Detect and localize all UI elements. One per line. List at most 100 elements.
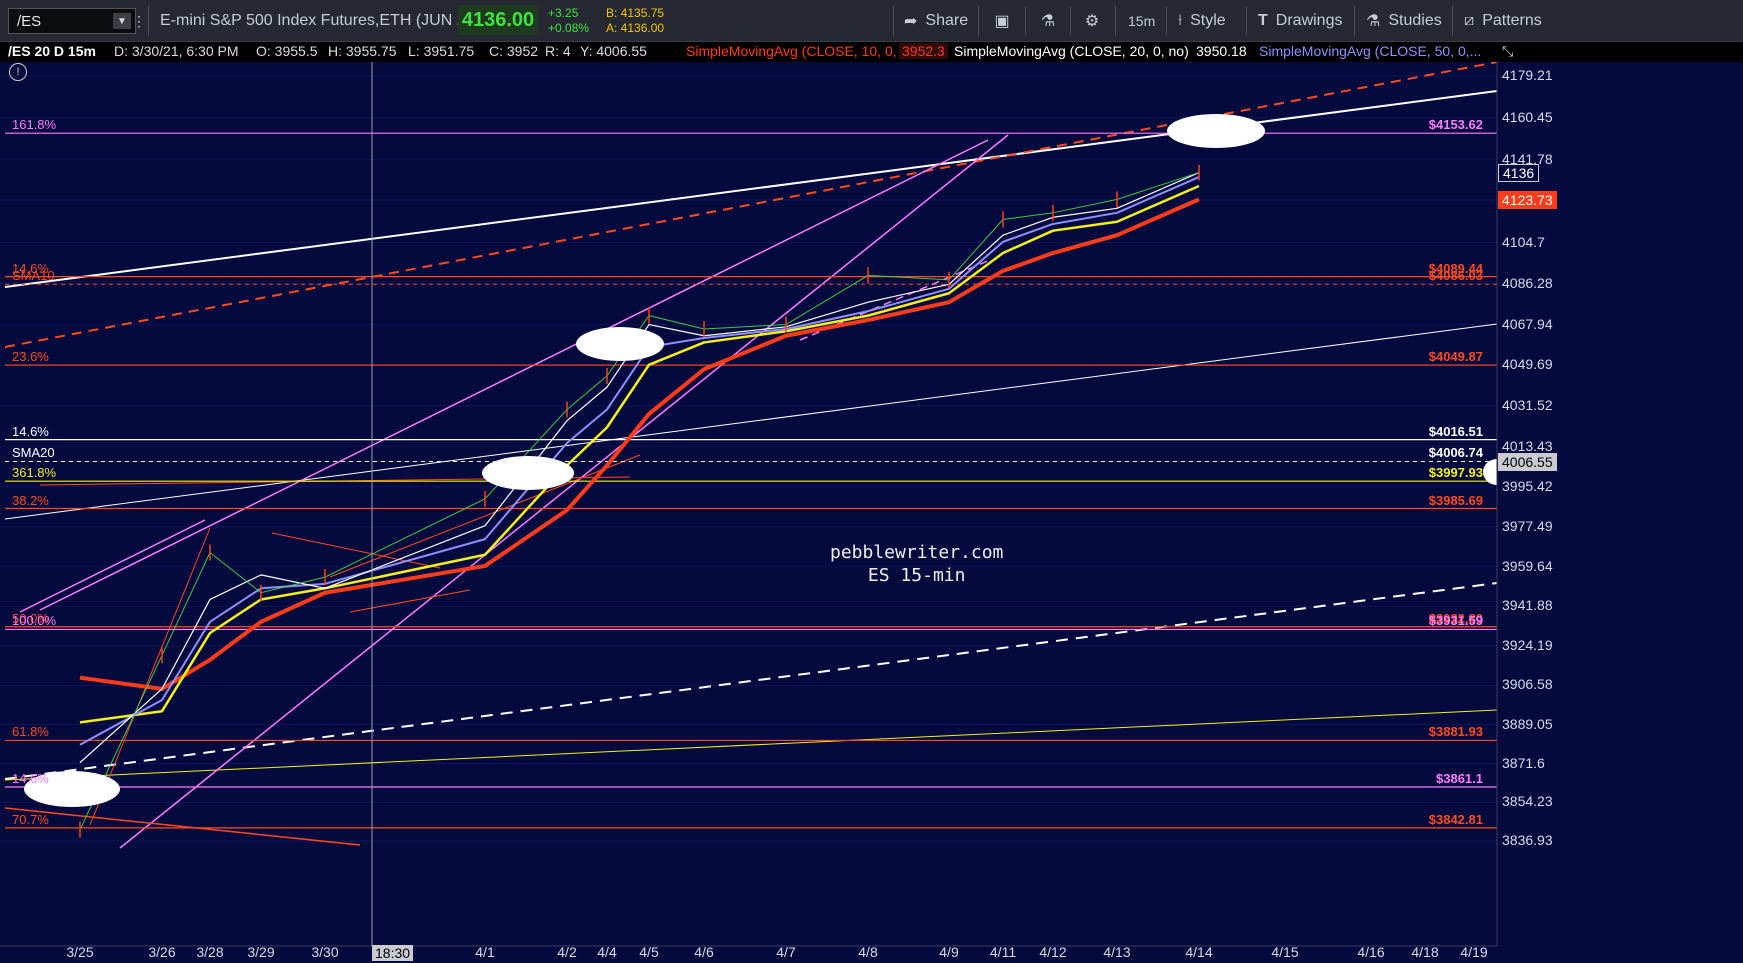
- x-tick-label: 3/28: [196, 944, 224, 960]
- drawings-icon: T: [1258, 12, 1268, 29]
- info-bar: /ES 20 D 15m D: 3/30/21, 6:30 PM O: 3955…: [0, 42, 1743, 62]
- x-tick-label: 4/9: [939, 944, 959, 960]
- fib-level-right-label: $3931.59: [1428, 613, 1483, 629]
- fib-level-right-label: $3881.93: [1428, 724, 1483, 740]
- symbol-description: E-mini S&P 500 Index Futures,ETH (JUN 21…: [160, 12, 480, 29]
- price-change: +3.25: [548, 6, 579, 20]
- y-tick-label: 4104.7: [1502, 233, 1545, 250]
- collapse-icon[interactable]: ⤡: [1502, 43, 1513, 60]
- price-chart[interactable]: [0, 62, 1743, 963]
- x-tick-label: 4/12: [1039, 944, 1067, 960]
- style-button[interactable]: ⟊ Style: [1178, 0, 1226, 42]
- fib-level-left-label: 361.8%: [12, 465, 57, 481]
- monitor-icon[interactable]: ▣: [990, 0, 1014, 42]
- highlight-oval: [482, 456, 574, 490]
- fib-level-left-label: 61.8%: [12, 724, 49, 740]
- x-tick-label: 4/13: [1103, 944, 1131, 960]
- symbol-input[interactable]: /ES ▼: [8, 8, 136, 34]
- info-range: R: 4: [545, 43, 571, 59]
- x-tick-label: 4/6: [694, 944, 714, 960]
- fib-level-right-label: $3997.93: [1428, 465, 1483, 481]
- info-date: D: 3/30/21, 6:30 PM: [114, 43, 239, 59]
- info-open: O: 3955.5: [256, 43, 318, 59]
- price-change-pct: +0.08%: [548, 21, 590, 35]
- y-tick-label: 3906.58: [1502, 676, 1553, 693]
- watermark-line-1: pebblewriter.com: [830, 542, 1004, 563]
- fib-level-right-label: $3985.69: [1428, 492, 1483, 508]
- fib-level-left-label: 23.6%: [12, 349, 49, 365]
- cursor-time-label: 18:30: [372, 945, 414, 961]
- sma50-label: SimpleMovingAvg (CLOSE, 50, 0,...: [1259, 43, 1482, 59]
- bid-price: B: 4135.75: [606, 6, 665, 20]
- x-tick-label: 4/15: [1271, 944, 1299, 960]
- share-button[interactable]: ➦ Share: [904, 0, 968, 42]
- x-tick-label: 4/14: [1185, 944, 1213, 960]
- fib-level-left-label: 70.7%: [12, 811, 49, 827]
- watermark: pebblewriter.com ES 15-min: [830, 541, 1003, 587]
- fib-level-right-label: $3842.81: [1428, 811, 1483, 827]
- price-box: 4136: [1498, 163, 1540, 182]
- watermark-line-2: ES 15-min: [867, 565, 966, 586]
- fib-level-left-label: 161.8%: [12, 117, 57, 133]
- gear-icon[interactable]: ⚙: [1080, 0, 1104, 42]
- y-tick-label: 3995.42: [1502, 477, 1553, 494]
- fib-level-right-label: $4016.51: [1428, 423, 1483, 439]
- fib-level-left-label: 14.6%: [12, 423, 49, 439]
- style-icon: ⟊: [1178, 12, 1183, 29]
- x-tick-label: 3/26: [148, 944, 176, 960]
- x-tick-label: 4/5: [639, 944, 659, 960]
- y-tick-label: 3959.64: [1502, 557, 1553, 574]
- sma20-label: SimpleMovingAvg (CLOSE, 20, 0, no): [954, 43, 1189, 59]
- drag-handle-icon[interactable]: ⋮: [132, 0, 146, 42]
- y-tick-label: 4179.21: [1502, 67, 1553, 83]
- sma20-value: 3950.18: [1196, 43, 1247, 59]
- studies-button[interactable]: ⚗ Studies: [1366, 0, 1442, 42]
- price-box: 4006.55: [1498, 452, 1557, 471]
- fib-level-left-label: SMA20: [12, 445, 55, 461]
- fib-level-right-label: $4153.62: [1428, 117, 1483, 133]
- chevron-down-icon[interactable]: ▼: [113, 13, 131, 29]
- y-tick-label: 4049.69: [1502, 356, 1553, 373]
- y-tick-label: 3854.23: [1502, 793, 1553, 810]
- toolbar: /ES ▼ ⋮ E-mini S&P 500 Index Futures,ETH…: [0, 0, 1743, 42]
- x-tick-label: 3/30: [311, 944, 339, 960]
- fib-level-right-label: $3861.1: [1436, 770, 1483, 786]
- info-y: Y: 4006.55: [580, 43, 647, 59]
- fib-level-left-label: 100.0%: [12, 613, 57, 629]
- info-close: C: 3952: [489, 43, 539, 59]
- patterns-icon: ⧄: [1464, 12, 1475, 29]
- sma10-label: SimpleMovingAvg (CLOSE, 10, 0, no): [686, 43, 921, 59]
- y-tick-label: 4031.52: [1502, 397, 1553, 414]
- flask-icon[interactable]: ⚗: [1036, 0, 1060, 42]
- fib-level-left-label: SMA10: [12, 268, 55, 284]
- y-tick-label: 3836.93: [1502, 832, 1553, 848]
- symbol-text: /ES: [17, 12, 42, 30]
- plot-area: [0, 62, 1497, 946]
- fib-level-right-label: $4086.03: [1428, 268, 1483, 284]
- y-tick-label: 3889.05: [1502, 715, 1553, 732]
- highlight-oval: [576, 327, 664, 361]
- x-tick-label: 4/7: [776, 944, 796, 960]
- fib-level-left-label: 14.6%: [12, 770, 49, 786]
- y-tick-label: 3871.6: [1502, 754, 1545, 771]
- fib-level-left-label: 38.2%: [12, 492, 49, 508]
- x-tick-label: 4/2: [557, 944, 577, 960]
- y-tick-label: 3924.19: [1502, 636, 1553, 653]
- highlight-oval: [1167, 114, 1265, 148]
- ask-price: A: 4136.00: [606, 21, 665, 35]
- fib-level-right-label: $4049.87: [1428, 349, 1483, 365]
- studies-icon: ⚗: [1366, 13, 1381, 30]
- x-tick-label: 3/29: [247, 944, 275, 960]
- y-tick-label: 3977.49: [1502, 517, 1553, 534]
- y-tick-label: 3941.88: [1502, 597, 1553, 614]
- y-tick-label: 4013.43: [1502, 437, 1553, 454]
- share-icon: ➦: [904, 13, 918, 30]
- patterns-button[interactable]: ⧄ Patterns: [1464, 0, 1542, 42]
- y-tick-label: 4160.45: [1502, 108, 1553, 125]
- info-icon[interactable]: !: [9, 63, 27, 81]
- timeframe-button[interactable]: 15m: [1128, 0, 1155, 42]
- x-tick-label: 4/1: [475, 944, 495, 960]
- drawings-button[interactable]: T Drawings: [1258, 0, 1342, 42]
- sma10-value: 3952.3: [899, 43, 948, 59]
- x-tick-label: 4/11: [989, 944, 1017, 960]
